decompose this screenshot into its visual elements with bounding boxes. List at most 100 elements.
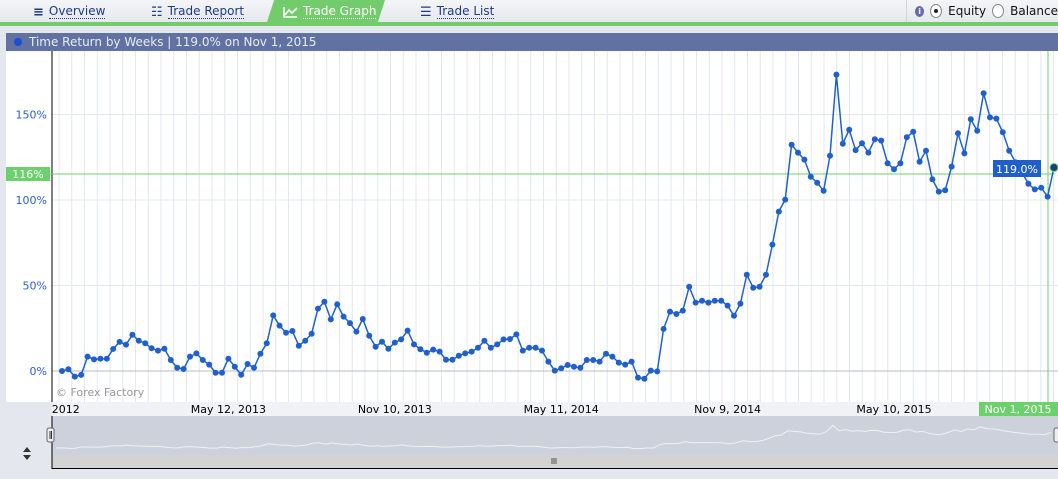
data-point [731, 312, 737, 319]
data-point [359, 316, 366, 323]
data-point [321, 298, 328, 305]
data-point [647, 367, 654, 374]
data-point [327, 316, 334, 323]
data-point [564, 362, 571, 369]
balance-radio[interactable] [992, 4, 1005, 18]
data-point [481, 337, 488, 344]
data-point [1025, 180, 1032, 187]
equity-radio[interactable] [930, 4, 943, 18]
data-point [718, 297, 725, 304]
data-point [603, 350, 609, 357]
data-point [123, 341, 129, 348]
data-point [667, 308, 673, 315]
data-point [622, 361, 629, 368]
data-point [807, 173, 814, 180]
data-point [366, 332, 373, 339]
y-tick-label: 50% [23, 280, 47, 293]
data-point [750, 284, 757, 291]
data-point [180, 365, 187, 372]
data-point [436, 348, 443, 355]
data-point [833, 71, 840, 78]
data-point [161, 345, 168, 352]
navigator-selection[interactable] [52, 416, 1058, 455]
tab-trade-report[interactable]: ☷ Trade Report [151, 3, 245, 21]
data-point [244, 360, 251, 367]
data-point [679, 307, 686, 314]
data-point [167, 357, 174, 364]
data-point [283, 329, 289, 336]
data-point [903, 134, 910, 141]
lines-icon: ☰ [420, 4, 432, 20]
data-point [955, 130, 961, 137]
list-bullets-icon: ☷ [151, 4, 163, 20]
data-point [916, 158, 923, 165]
chart-title-bar: Time Return by Weeks | 119.0% on Nov 1, … [6, 33, 1058, 51]
data-point [814, 179, 821, 186]
data-point [500, 336, 507, 343]
data-point [724, 302, 731, 309]
tab-trade-graph[interactable]: Trade Graph [283, 3, 377, 21]
data-point [199, 357, 206, 364]
x-tick-label: May 10, 2015 [856, 403, 931, 416]
data-point [1049, 163, 1058, 173]
data-point [148, 345, 155, 352]
data-point [263, 340, 270, 347]
data-point [187, 353, 193, 360]
data-point [353, 328, 360, 335]
data-point [430, 346, 437, 353]
data-point [1006, 147, 1013, 154]
data-point [711, 297, 718, 304]
data-point [404, 327, 411, 334]
data-point [743, 271, 750, 278]
data-point [910, 128, 917, 135]
data-point [59, 368, 65, 374]
data-point [225, 355, 232, 362]
data-point [775, 208, 782, 215]
data-point [583, 357, 590, 364]
balance-label[interactable]: Balance [1010, 4, 1058, 18]
data-point [820, 187, 827, 194]
tab-overview[interactable]: ≡ Overview [33, 3, 106, 21]
data-point [142, 340, 149, 347]
navigator-left-handle[interactable] [46, 427, 55, 443]
data-point [103, 355, 110, 362]
data-point [737, 300, 744, 307]
data-point [859, 140, 865, 147]
navigator-right-handle[interactable] [1053, 427, 1058, 443]
data-point [174, 364, 181, 371]
data-point [596, 358, 603, 365]
data-point [654, 368, 661, 375]
data-point [827, 152, 833, 159]
data-point [545, 358, 552, 365]
y-tick-label: 0% [30, 365, 47, 378]
info-icon[interactable]: i [915, 5, 925, 17]
data-point [475, 344, 481, 351]
data-point [385, 345, 392, 352]
watermark: © Forex Factory [56, 386, 145, 399]
x-tick-label: Nov 10, 2013 [358, 403, 432, 416]
data-point [372, 343, 379, 350]
navigator-baseline [52, 455, 1058, 468]
data-point [974, 127, 981, 134]
data-point [551, 367, 558, 374]
tab-trade-list[interactable]: ☰ Trade List [420, 3, 495, 21]
data-point [507, 336, 513, 343]
data-point [455, 352, 462, 359]
data-point [340, 313, 347, 320]
data-point [660, 325, 667, 332]
data-point [980, 90, 987, 97]
data-point [219, 369, 225, 376]
data-point [1038, 184, 1045, 191]
data-point [276, 322, 283, 329]
data-point [571, 363, 577, 370]
data-point [231, 363, 238, 370]
equity-label[interactable]: Equity [948, 4, 986, 18]
data-point [801, 156, 808, 163]
data-point [539, 347, 545, 354]
data-point [558, 365, 565, 372]
data-point [97, 355, 104, 362]
data-point [193, 350, 200, 357]
data-point [699, 297, 705, 304]
chart-area[interactable]: 0% 50% 100% 150% © Forex Factory 116% 119.0… [6, 51, 1058, 475]
data-point [116, 338, 123, 345]
